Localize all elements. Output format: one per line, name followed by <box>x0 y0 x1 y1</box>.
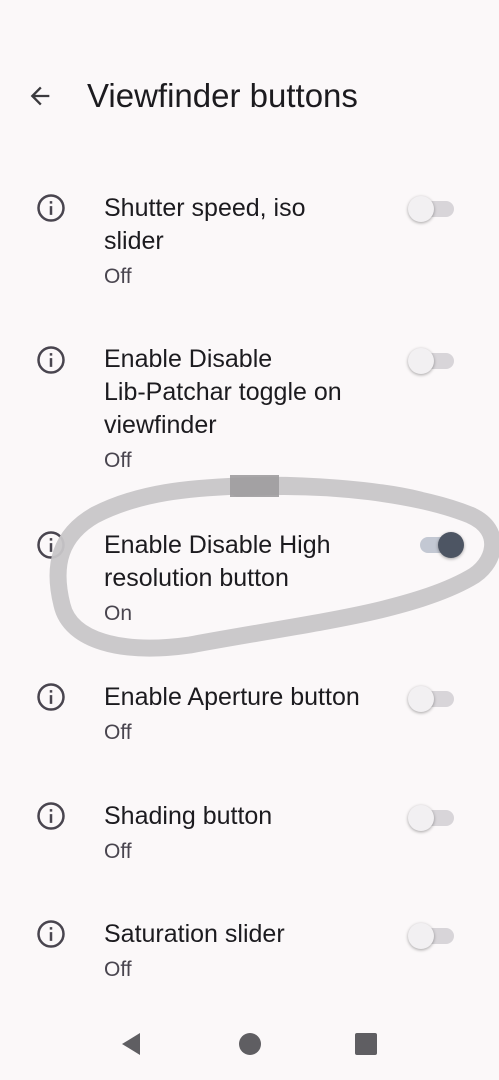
toggle-switch[interactable] <box>408 805 454 831</box>
setting-shading-button[interactable]: Shading button Off <box>0 799 499 879</box>
info-icon[interactable] <box>36 530 66 560</box>
settings-list: Shutter speed, iso slider Off Enable Dis… <box>0 0 499 1000</box>
info-icon[interactable] <box>36 682 66 712</box>
setting-status: Off <box>104 449 132 472</box>
nav-recents-icon[interactable] <box>353 1031 379 1057</box>
setting-status: Off <box>104 958 132 981</box>
toggle-switch[interactable] <box>408 196 454 222</box>
setting-text: Saturation slider Off <box>104 918 394 985</box>
setting-status: On <box>104 602 133 625</box>
info-icon[interactable] <box>36 919 66 949</box>
setting-text: Enable Aperture button Off <box>104 681 404 748</box>
setting-text: Shutter speed, iso slider Off <box>104 192 394 292</box>
setting-text: Shading button Off <box>104 800 394 867</box>
setting-title: Saturation slider <box>104 920 285 948</box>
setting-title: Enable Aperture button <box>104 683 360 711</box>
toggle-switch[interactable] <box>408 923 454 949</box>
setting-aperture-button[interactable]: Enable Aperture button Off <box>0 680 499 760</box>
system-navigation-bar <box>0 1005 499 1080</box>
setting-saturation-slider[interactable]: Saturation slider Off <box>0 917 499 997</box>
nav-home-icon[interactable] <box>237 1031 263 1057</box>
nav-back-icon[interactable] <box>118 1031 144 1057</box>
setting-text: Enable Disable High resolution button On <box>104 529 394 629</box>
info-icon[interactable] <box>36 801 66 831</box>
setting-status: Off <box>104 840 132 863</box>
setting-text: Enable Disable Lib-Patchar toggle on vie… <box>104 343 394 476</box>
setting-status: Off <box>104 265 132 288</box>
setting-shutter-speed-iso-slider[interactable]: Shutter speed, iso slider Off <box>0 190 499 300</box>
setting-status: Off <box>104 721 132 744</box>
setting-title: Enable Disable High resolution button <box>104 531 331 592</box>
toggle-switch[interactable] <box>418 532 464 558</box>
setting-title: Shading button <box>104 802 273 830</box>
toggle-switch[interactable] <box>408 348 454 374</box>
info-icon[interactable] <box>36 193 66 223</box>
setting-lib-patchar-toggle[interactable]: Enable Disable Lib-Patchar toggle on vie… <box>0 342 499 482</box>
setting-title: Enable Disable Lib-Patchar toggle on vie… <box>104 345 342 439</box>
setting-title: Shutter speed, iso slider <box>104 194 306 255</box>
setting-high-resolution-button[interactable]: Enable Disable High resolution button On <box>0 528 499 638</box>
toggle-switch[interactable] <box>408 686 454 712</box>
info-icon[interactable] <box>36 345 66 375</box>
